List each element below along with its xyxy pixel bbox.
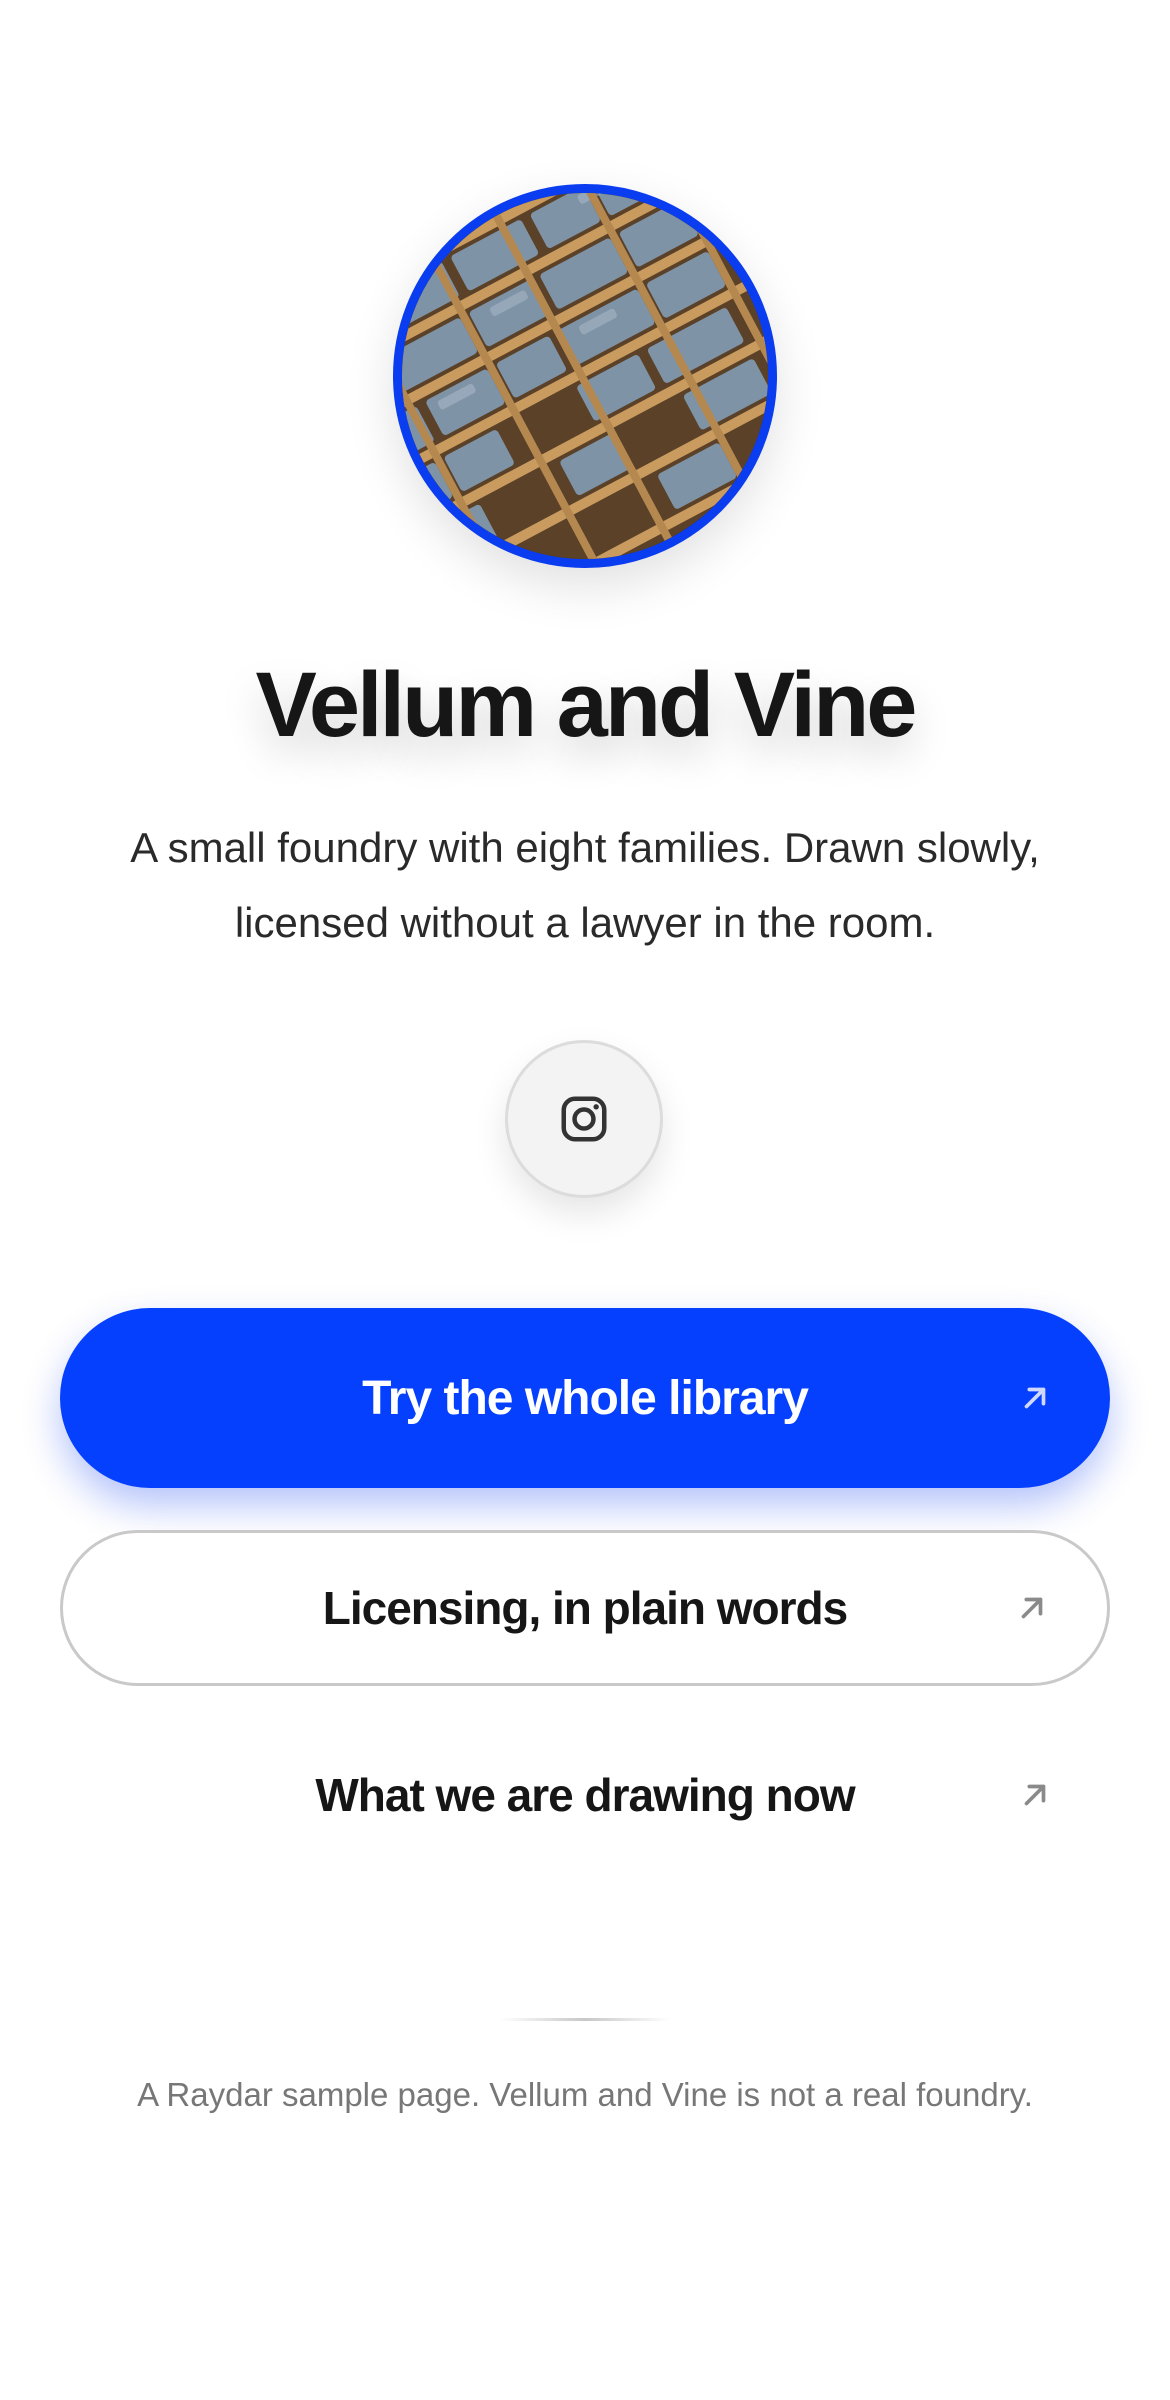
link-label: What we are drawing now [315,1769,855,1821]
instagram-button[interactable] [505,1040,663,1198]
avatar [393,184,777,568]
link-licensing[interactable]: Licensing, in plain words [60,1530,1110,1686]
footer-disclaimer: A Raydar sample page. Vellum and Vine is… [137,2076,1033,2113]
link-in-bio-page: Vellum and Vine A small foundry with eig… [0,0,1170,2400]
letterpress-type-case-image [402,193,768,559]
profile-bio: A small foundry with eight families. Dra… [130,824,1040,946]
link-label: Licensing, in plain words [322,1582,849,1634]
footer-divider [500,2018,670,2021]
arrow-up-right-icon [1021,1597,1043,1619]
arrow-up-right-icon [1024,1784,1046,1806]
link-try-whole-library[interactable]: Try the whole library [60,1308,1110,1488]
profile-name: Vellum and Vine [255,654,918,756]
link-what-we-are-drawing[interactable]: What we are drawing now [60,1720,1110,1870]
arrow-up-right-icon [1024,1387,1046,1409]
link-label: Try the whole library [362,1371,809,1425]
instagram-icon [561,1096,607,1142]
